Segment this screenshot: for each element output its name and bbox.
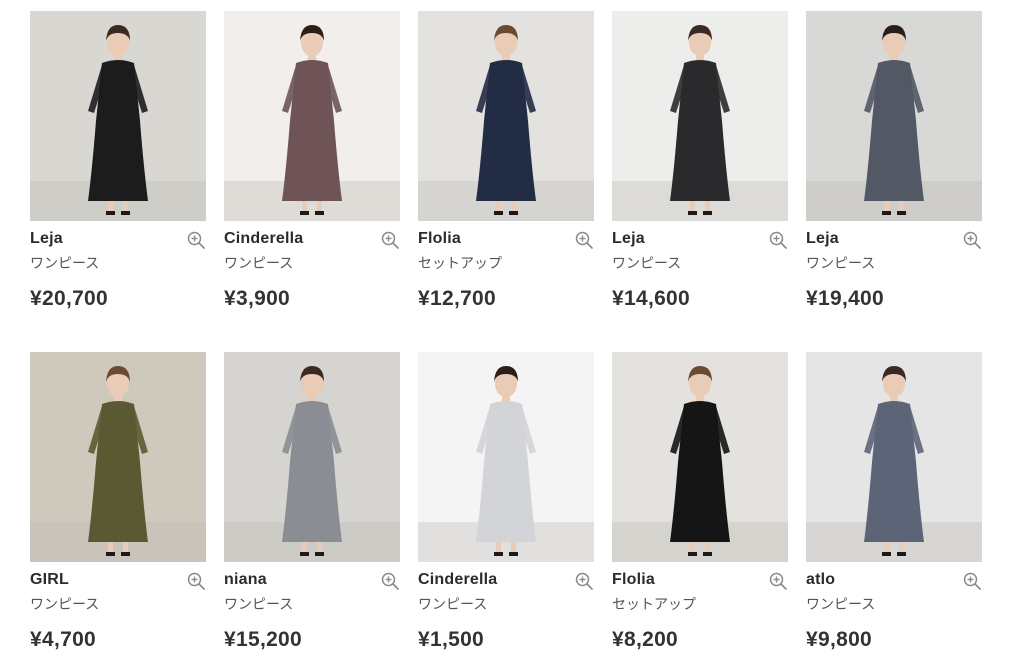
product-price: ¥3,900 bbox=[224, 287, 291, 310]
zoom-in-icon[interactable] bbox=[186, 230, 206, 250]
product-price: ¥9,800 bbox=[806, 628, 873, 651]
product-card[interactable]: Flolia セットアップ ¥12,700 bbox=[418, 11, 594, 311]
product-brand[interactable]: Flolia bbox=[418, 229, 594, 249]
product-category: ワンピース bbox=[806, 255, 876, 271]
product-price: ¥1,500 bbox=[418, 628, 485, 651]
product-price: ¥4,700 bbox=[30, 628, 97, 651]
product-image[interactable] bbox=[30, 11, 206, 221]
zoom-in-icon[interactable] bbox=[380, 230, 400, 250]
zoom-in-icon[interactable] bbox=[574, 230, 594, 250]
product-price: ¥12,700 bbox=[418, 287, 497, 310]
product-card[interactable]: Flolia セットアップ ¥8,200 bbox=[612, 352, 788, 652]
product-card[interactable]: Cinderella ワンピース ¥1,500 bbox=[418, 352, 594, 652]
product-meta: Leja bbox=[30, 229, 206, 253]
product-card[interactable]: atlo ワンピース ¥9,800 bbox=[806, 352, 982, 652]
product-meta: GIRL bbox=[30, 570, 206, 594]
product-brand[interactable]: Leja bbox=[612, 229, 788, 249]
product-category: ワンピース bbox=[224, 596, 294, 612]
product-image[interactable] bbox=[806, 352, 982, 562]
product-category: セットアップ bbox=[612, 596, 696, 612]
product-meta: atlo bbox=[806, 570, 982, 594]
product-category: ワンピース bbox=[418, 596, 488, 612]
product-card[interactable]: Leja ワンピース ¥20,700 bbox=[30, 11, 206, 311]
product-brand[interactable]: Cinderella bbox=[418, 570, 594, 590]
product-image[interactable] bbox=[806, 11, 982, 221]
product-brand[interactable]: atlo bbox=[806, 570, 982, 590]
product-meta: Flolia bbox=[612, 570, 788, 594]
zoom-in-icon[interactable] bbox=[380, 571, 400, 591]
product-meta: Leja bbox=[612, 229, 788, 253]
product-image[interactable] bbox=[418, 11, 594, 221]
product-card[interactable]: Leja ワンピース ¥19,400 bbox=[806, 11, 982, 311]
product-image[interactable] bbox=[30, 352, 206, 562]
product-brand[interactable]: Cinderella bbox=[224, 229, 400, 249]
product-meta: Flolia bbox=[418, 229, 594, 253]
product-card[interactable]: Leja ワンピース ¥14,600 bbox=[612, 11, 788, 311]
zoom-in-icon[interactable] bbox=[962, 571, 982, 591]
product-category: セットアップ bbox=[418, 255, 502, 271]
product-card[interactable]: GIRL ワンピース ¥4,700 bbox=[30, 352, 206, 652]
zoom-in-icon[interactable] bbox=[574, 571, 594, 591]
product-image[interactable] bbox=[418, 352, 594, 562]
product-image[interactable] bbox=[224, 11, 400, 221]
product-brand[interactable]: Leja bbox=[806, 229, 982, 249]
product-brand[interactable]: Leja bbox=[30, 229, 206, 249]
product-price: ¥19,400 bbox=[806, 287, 885, 310]
product-price: ¥8,200 bbox=[612, 628, 679, 651]
product-category: ワンピース bbox=[30, 255, 100, 271]
product-price: ¥15,200 bbox=[224, 628, 303, 651]
zoom-in-icon[interactable] bbox=[186, 571, 206, 591]
product-meta: Leja bbox=[806, 229, 982, 253]
product-meta: Cinderella bbox=[418, 570, 594, 594]
product-category: ワンピース bbox=[224, 255, 294, 271]
product-brand[interactable]: niana bbox=[224, 570, 400, 590]
product-brand[interactable]: GIRL bbox=[30, 570, 206, 590]
product-category: ワンピース bbox=[806, 596, 876, 612]
product-brand[interactable]: Flolia bbox=[612, 570, 788, 590]
product-image[interactable] bbox=[612, 352, 788, 562]
product-card[interactable]: Cinderella ワンピース ¥3,900 bbox=[224, 11, 400, 311]
product-meta: Cinderella bbox=[224, 229, 400, 253]
product-category: ワンピース bbox=[612, 255, 682, 271]
product-grid: Leja ワンピース ¥20,700 Cinderella ワンピース ¥3,9… bbox=[0, 0, 1024, 656]
product-category: ワンピース bbox=[30, 596, 100, 612]
product-meta: niana bbox=[224, 570, 400, 594]
zoom-in-icon[interactable] bbox=[962, 230, 982, 250]
zoom-in-icon[interactable] bbox=[768, 230, 788, 250]
zoom-in-icon[interactable] bbox=[768, 571, 788, 591]
product-image[interactable] bbox=[612, 11, 788, 221]
product-card[interactable]: niana ワンピース ¥15,200 bbox=[224, 352, 400, 652]
product-image[interactable] bbox=[224, 352, 400, 562]
product-price: ¥20,700 bbox=[30, 287, 109, 310]
product-price: ¥14,600 bbox=[612, 287, 691, 310]
